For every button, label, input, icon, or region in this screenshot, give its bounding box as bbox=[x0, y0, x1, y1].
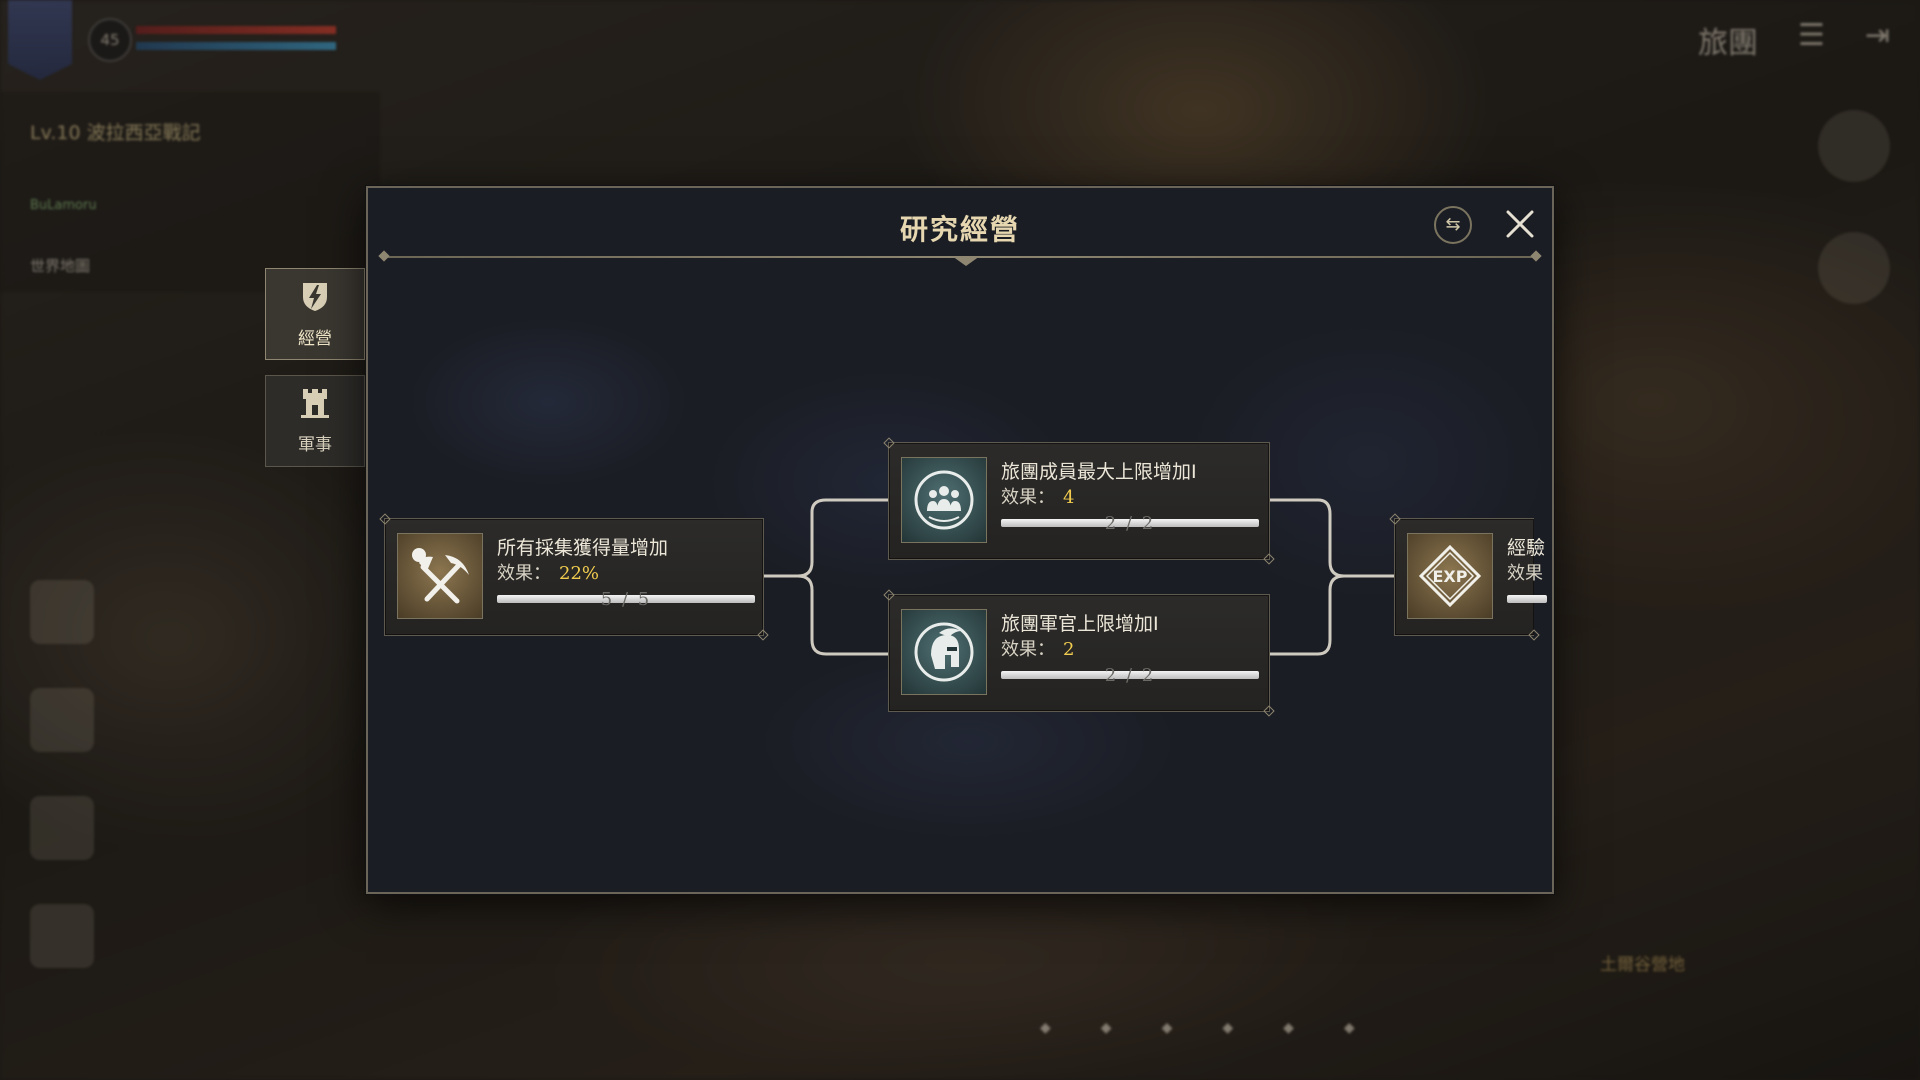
top-right-menu: 旅團 ☰ ⇥ bbox=[1698, 18, 1890, 62]
effect-value: 2 bbox=[1063, 639, 1075, 660]
right-icon-1[interactable] bbox=[1818, 110, 1890, 182]
exit-icon[interactable]: ⇥ bbox=[1865, 18, 1890, 62]
guild-menu-label[interactable]: 旅團 bbox=[1698, 18, 1758, 62]
tab-military[interactable]: 軍事 bbox=[265, 375, 365, 467]
hamburger-menu-icon[interactable]: ☰ bbox=[1798, 18, 1825, 62]
menu-icon-1[interactable] bbox=[30, 580, 94, 644]
node-count: 2 / 2 bbox=[1104, 665, 1156, 686]
tab-label: 經營 bbox=[298, 329, 332, 349]
node-progress-bar bbox=[1507, 595, 1547, 603]
resource-icon: ◆ bbox=[1040, 1020, 1051, 1036]
mp-bar bbox=[136, 42, 336, 50]
tab-label: 軍事 bbox=[298, 435, 332, 455]
node-count: 5 / 5 bbox=[600, 589, 652, 610]
hp-bar bbox=[136, 26, 336, 34]
left-menu-icons bbox=[30, 580, 94, 968]
resource-icon: ◆ bbox=[1343, 1020, 1355, 1036]
node-effect: 效果： 2 bbox=[1001, 635, 1074, 661]
resource-icon: ◆ bbox=[1222, 1020, 1234, 1036]
effect-value: 22% bbox=[559, 563, 600, 584]
zone-label: 土爾谷營地 bbox=[1600, 955, 1685, 975]
progress-fill bbox=[1507, 595, 1547, 603]
quest-subtitle: BuLamoru bbox=[30, 198, 97, 213]
right-side-icons bbox=[1818, 110, 1890, 304]
resource-icon: ◆ bbox=[1100, 1020, 1112, 1036]
resource-icon: ◆ bbox=[1283, 1020, 1294, 1036]
connector-line bbox=[1270, 498, 1394, 578]
effect-label: 效果： bbox=[1001, 639, 1055, 660]
quest-title[interactable]: Lv.10 波拉西亞戰記 bbox=[30, 118, 201, 145]
effect-label: 效果： bbox=[1001, 487, 1055, 508]
node-name: 經驗 bbox=[1507, 537, 1546, 559]
player-status-hud: 45 bbox=[0, 0, 380, 86]
node-name: 旅團軍官上限增加I bbox=[1001, 613, 1159, 635]
node-effect: 效果： 22% bbox=[497, 559, 599, 585]
research-node-gather[interactable]: 所有採集獲得量增加 效果： 22% 5 / 5 bbox=[384, 518, 764, 636]
effect-label: 效果： bbox=[497, 563, 551, 584]
resource-icon: ◆ bbox=[1161, 1020, 1173, 1036]
research-node-exp[interactable]: EXP 經驗 效果 bbox=[1394, 518, 1547, 636]
axe-pickaxe-icon bbox=[397, 533, 483, 619]
effect-label: 效果 bbox=[1507, 563, 1543, 584]
node-effect: 效果： 4 bbox=[1001, 483, 1074, 509]
research-node-members[interactable]: 旅團成員最大上限增加I 效果： 4 2 / 2 bbox=[888, 442, 1270, 560]
node-name: 所有採集獲得量增加 bbox=[497, 537, 669, 559]
connector-line bbox=[764, 574, 888, 656]
castle-tower-icon bbox=[300, 387, 330, 426]
exp-icon-text: EXP bbox=[1433, 567, 1468, 586]
menu-icon-3[interactable] bbox=[30, 796, 94, 860]
research-node-officers[interactable]: 旅團軍官上限增加I 效果： 2 2 / 2 bbox=[888, 594, 1270, 712]
connector-line bbox=[1270, 574, 1394, 656]
guild-banner-icon[interactable] bbox=[8, 0, 72, 80]
tab-management[interactable]: 經營 bbox=[265, 268, 365, 360]
group-members-icon bbox=[901, 457, 987, 543]
exp-diamond-icon: EXP bbox=[1407, 533, 1493, 619]
resource-bar: ◆ ◆ ◆ ◆ ◆ ◆ bbox=[1040, 1020, 1355, 1036]
right-icon-2[interactable] bbox=[1818, 232, 1890, 304]
player-level-badge: 45 bbox=[88, 18, 132, 62]
spartan-helmet-icon bbox=[901, 609, 987, 695]
node-name: 旅團成員最大上限增加I bbox=[1001, 461, 1197, 483]
connector-line bbox=[764, 498, 888, 578]
menu-icon-4[interactable] bbox=[30, 904, 94, 968]
menu-icon-2[interactable] bbox=[30, 688, 94, 752]
world-map-link[interactable]: 世界地圖 bbox=[30, 255, 90, 276]
node-count: 2 / 2 bbox=[1104, 513, 1156, 534]
research-dialog: 研究經營 ⇆ 所有採集獲得量增加 效果： 22% 5 / 5 旅團成員最大上限增… bbox=[366, 186, 1554, 894]
lightning-shield-icon bbox=[299, 279, 331, 320]
effect-value: 4 bbox=[1063, 487, 1075, 508]
node-effect: 效果 bbox=[1507, 559, 1543, 585]
